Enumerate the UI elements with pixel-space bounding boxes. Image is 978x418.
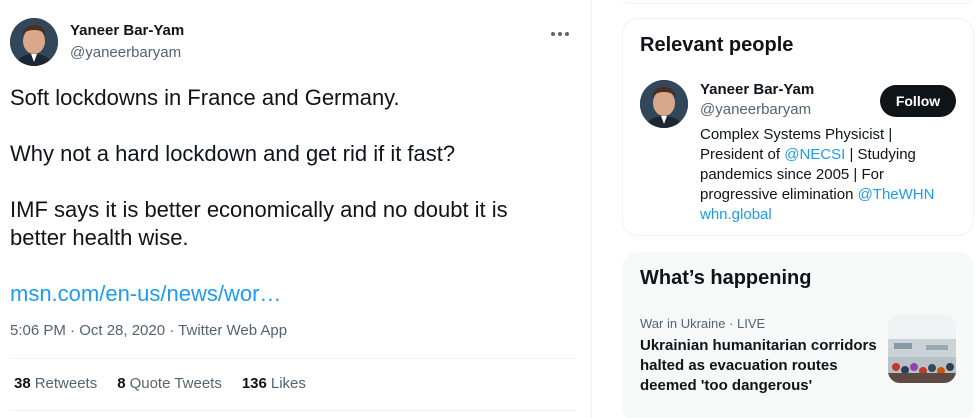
author-name[interactable]: Yaneer Bar-Yam xyxy=(70,22,184,39)
bio-line: Complex Systems Physicist | xyxy=(700,126,893,143)
bio-text: progressive elimination xyxy=(700,186,858,203)
quotes-count: 8 xyxy=(117,375,126,392)
tweet-meta: 5:06 PM · Oct 28, 2020 · Twitter Web App xyxy=(10,322,287,339)
meta-separator: · xyxy=(165,322,179,339)
trend-headline: Ukrainian humanitarian corridors halted … xyxy=(640,336,885,396)
whats-happening-card: What’s happening War in Ukraine · LIVE U… xyxy=(622,252,974,418)
bio-mention-necsi[interactable]: @NECSI xyxy=(784,146,845,163)
follow-button[interactable]: Follow xyxy=(880,85,956,117)
bio-line: progressive elimination @TheWHN xyxy=(700,185,960,205)
person-handle[interactable]: @yaneerbaryam xyxy=(700,101,811,118)
main-column: Yaneer Bar-Yam @yaneerbaryam Soft lockdo… xyxy=(0,0,592,418)
tweet-paragraph: Why not a hard lockdown and get rid if i… xyxy=(10,141,456,166)
tweet-link[interactable]: msn.com/en-us/news/wor… xyxy=(10,280,281,308)
tweet-stats: 38 Retweets 8 Quote Tweets 136 Likes xyxy=(14,375,306,392)
person-avatar[interactable] xyxy=(640,80,688,128)
headline-line: halted as evacuation routes xyxy=(640,357,838,374)
person-bio: Complex Systems Physicist | President of… xyxy=(700,125,960,225)
author-avatar[interactable] xyxy=(10,18,58,66)
tweet-timestamp[interactable]: 5:06 PM · Oct 28, 2020 xyxy=(10,322,165,339)
headline-line: deemed 'too dangerous' xyxy=(640,377,813,394)
retweets-stat[interactable]: 38 Retweets xyxy=(14,375,97,392)
tweet-source[interactable]: Twitter Web App xyxy=(178,322,287,339)
retweets-label: Retweets xyxy=(34,375,98,392)
relevant-people-title: Relevant people xyxy=(640,34,794,56)
likes-label: Likes xyxy=(270,375,306,392)
quotes-label: Quote Tweets xyxy=(129,375,222,392)
quote-tweets-stat[interactable]: 8 Quote Tweets xyxy=(117,375,222,392)
bio-text: President of xyxy=(700,146,785,163)
divider xyxy=(10,410,576,411)
previous-card-edge xyxy=(622,0,974,4)
author-handle[interactable]: @yaneerbaryam xyxy=(70,44,181,61)
likes-count: 136 xyxy=(241,375,267,392)
whats-happening-title: What’s happening xyxy=(640,267,812,289)
trend-thumbnail xyxy=(888,315,956,383)
bio-line: pandemics since 2005 | For xyxy=(700,166,884,183)
headline-line: Ukrainian humanitarian corridors xyxy=(640,337,877,354)
trend-context: War in Ukraine · LIVE xyxy=(640,316,766,331)
bio-line: whn.global xyxy=(700,205,960,225)
bio-mention-thewhn[interactable]: @TheWHN xyxy=(858,186,935,203)
bio-website-link[interactable]: whn.global xyxy=(700,206,772,223)
more-icon[interactable] xyxy=(546,24,574,44)
likes-stat[interactable]: 136 Likes xyxy=(242,375,306,392)
divider xyxy=(10,358,576,359)
bio-text: | Studying xyxy=(845,146,916,163)
tweet-header: Yaneer Bar-Yam @yaneerbaryam xyxy=(10,18,576,66)
tweet-paragraph: IMF says it is better economically and n… xyxy=(10,197,508,250)
tweet-paragraph: Soft lockdowns in France and Germany. xyxy=(10,85,400,110)
bio-line: President of @NECSI | Studying xyxy=(700,145,960,165)
person-name[interactable]: Yaneer Bar-Yam xyxy=(700,81,814,98)
retweets-count: 38 xyxy=(14,375,31,392)
relevant-people-card: Relevant people Yaneer Bar-Yam @yaneerba… xyxy=(622,18,974,236)
